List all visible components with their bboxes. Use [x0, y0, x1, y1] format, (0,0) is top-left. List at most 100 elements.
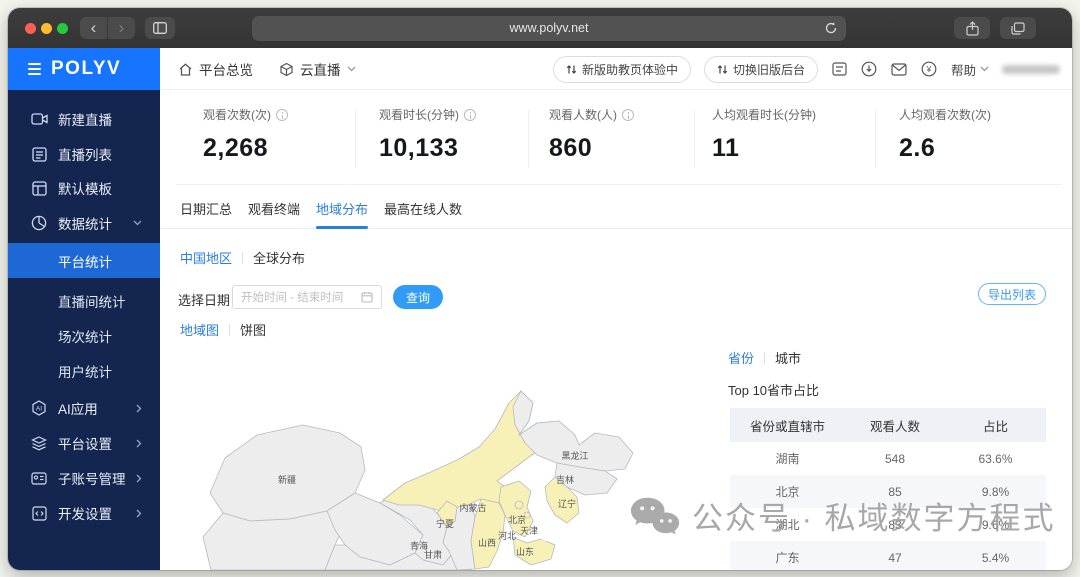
table-row: 湖北 83 9.6% — [730, 508, 1046, 541]
sidebar-subitem-label: 场次统计 — [58, 326, 112, 346]
query-button[interactable]: 查询 — [393, 285, 443, 309]
date-range-placeholder: 开始时间 - 结束时间 — [241, 289, 343, 305]
export-list-button[interactable]: 导出列表 — [978, 283, 1046, 305]
nav-platform-overview[interactable]: 平台总览 — [178, 59, 253, 79]
sidebar-subitem-room-statistics[interactable]: 直播间统计 — [8, 283, 160, 318]
svg-text:新疆: 新疆 — [278, 474, 296, 485]
svg-text:山西: 山西 — [478, 538, 496, 548]
link-china-region[interactable]: 中国地区 — [180, 248, 232, 267]
cell-ratio: 9.8% — [945, 485, 1046, 499]
swap-arrows-icon — [717, 64, 728, 75]
sidebar-item-ai-apps[interactable]: AI AI应用 — [8, 391, 160, 425]
svg-text:黑龙江: 黑龙江 — [561, 450, 588, 461]
sidebar-subitem-user-statistics[interactable]: 用户统计 — [8, 353, 160, 388]
stat-value: 2,268 — [203, 134, 288, 163]
stat-view-count: 观看次数(次) 2,268 — [203, 106, 288, 163]
help-menu[interactable]: 帮助 — [951, 60, 989, 79]
close-window-button[interactable] — [25, 23, 36, 34]
sidebar-subitem-session-statistics[interactable]: 场次统计 — [8, 318, 160, 353]
reload-button[interactable] — [824, 21, 838, 35]
tab-view-terminal[interactable]: 观看终端 — [248, 199, 300, 218]
stat-value: 2.6 — [899, 134, 991, 163]
stat-value: 10,133 — [379, 134, 476, 163]
logo-block[interactable]: POLYV — [8, 48, 160, 90]
list-icon — [30, 145, 48, 163]
link-pie-chart[interactable]: 饼图 — [240, 320, 266, 339]
news-button[interactable] — [831, 61, 848, 78]
sidebar-item-developer-settings[interactable]: 开发设置 — [8, 496, 160, 530]
stat-label: 观看次数(次) — [203, 106, 271, 123]
province-beijing — [515, 501, 523, 509]
table-row: 北京 85 9.8% — [730, 475, 1046, 508]
switch-old-console-button[interactable]: 切换旧版后台 — [704, 56, 818, 83]
chevron-up-icon — [133, 220, 142, 226]
tab-region-distribution[interactable]: 地域分布 — [316, 199, 368, 218]
sidebar-item-label: 直播列表 — [58, 144, 112, 164]
sidebar-item-live-list[interactable]: 直播列表 — [8, 137, 160, 171]
sidebar-item-label: AI应用 — [58, 398, 98, 418]
tab-overview-button[interactable] — [1000, 17, 1036, 39]
sidebar-item-platform-settings[interactable]: 平台设置 — [8, 426, 160, 460]
region-table: 省份或直辖市 观看人数 占比 湖南 548 63.6% 北京 85 9.8% 湖… — [730, 408, 1046, 570]
cell-ratio: 5.4% — [945, 551, 1046, 565]
idcard-icon — [30, 469, 48, 487]
cell-ratio: 63.6% — [945, 452, 1046, 466]
template-icon — [30, 179, 48, 197]
minimize-window-button[interactable] — [41, 23, 52, 34]
sidebar-subitem-platform-statistics[interactable]: 平台统计 — [8, 243, 160, 278]
sidebar-item-subaccount-management[interactable]: 子账号管理 — [8, 461, 160, 495]
back-button[interactable]: ‹ — [80, 17, 107, 39]
account-name-blurred[interactable] — [1002, 65, 1060, 74]
new-assistant-page-button[interactable]: 新版助教页体验中 — [553, 56, 691, 83]
balance-button[interactable]: ¥ — [921, 61, 938, 78]
sidebar-toggle-button[interactable] — [145, 17, 175, 39]
home-icon — [178, 62, 193, 77]
sidebar-item-new-live[interactable]: 新建直播 — [8, 102, 160, 136]
tabs-icon — [1011, 22, 1025, 35]
nav-cloud-live[interactable]: 云直播 — [279, 59, 356, 79]
active-tab-underline — [316, 226, 368, 229]
reload-icon — [824, 21, 838, 35]
cell-province: 湖南 — [730, 450, 845, 467]
sidebar-item-label: 子账号管理 — [58, 468, 126, 488]
download-button[interactable] — [861, 61, 878, 78]
link-region-map[interactable]: 地域图 — [180, 320, 219, 339]
china-region-map[interactable]: 新疆 黑龙江 吉林 辽宁 内蒙古 北京 天津 宁夏 山西 河北 青海 甘肃 山东 — [175, 355, 695, 570]
calendar-icon — [361, 291, 373, 303]
zoom-window-button[interactable] — [57, 23, 68, 34]
link-province[interactable]: 省份 — [728, 348, 754, 367]
sidebar-item-label: 新建直播 — [58, 109, 112, 129]
chevron-down-icon — [347, 66, 356, 72]
sidebar-item-label: 开发设置 — [58, 503, 112, 523]
bohai-sea — [538, 521, 556, 541]
share-button[interactable] — [954, 17, 990, 39]
cell-viewers: 548 — [845, 452, 945, 466]
link-city[interactable]: 城市 — [775, 348, 801, 367]
tab-max-online[interactable]: 最高在线人数 — [384, 199, 462, 218]
divider — [229, 324, 230, 336]
divider — [694, 110, 695, 168]
sidebar-subitem-label: 直播间统计 — [58, 291, 126, 311]
date-range-input[interactable]: 开始时间 - 结束时间 — [232, 285, 382, 309]
stat-avg-duration: 人均观看时长(分钟) 11 — [712, 106, 816, 163]
browser-titlebar: ‹ › www.polyv.net — [8, 8, 1072, 48]
sidebar-item-label: 数据统计 — [58, 213, 112, 233]
info-icon[interactable] — [622, 109, 634, 121]
mail-button[interactable] — [891, 61, 908, 78]
cell-viewers: 85 — [845, 485, 945, 499]
info-icon[interactable] — [464, 109, 476, 121]
tab-date-summary[interactable]: 日期汇总 — [180, 199, 232, 218]
nav-label: 云直播 — [300, 59, 341, 79]
region-toggle: 中国地区 全球分布 — [180, 248, 305, 267]
column-header: 占比 — [945, 416, 1046, 435]
cell-viewers: 47 — [845, 551, 945, 565]
link-global-distribution[interactable]: 全球分布 — [253, 248, 305, 267]
info-icon[interactable] — [276, 109, 288, 121]
header-actions: 新版助教页体验中 切换旧版后台 ¥ 帮助 — [553, 48, 1060, 90]
svg-text:辽宁: 辽宁 — [558, 498, 576, 509]
sidebar-item-data-statistics[interactable]: 数据统计 — [8, 206, 160, 240]
pie-icon — [30, 214, 48, 232]
address-bar[interactable]: www.polyv.net — [252, 16, 846, 41]
forward-button[interactable]: › — [108, 17, 135, 39]
sidebar-item-default-template[interactable]: 默认模板 — [8, 171, 160, 205]
